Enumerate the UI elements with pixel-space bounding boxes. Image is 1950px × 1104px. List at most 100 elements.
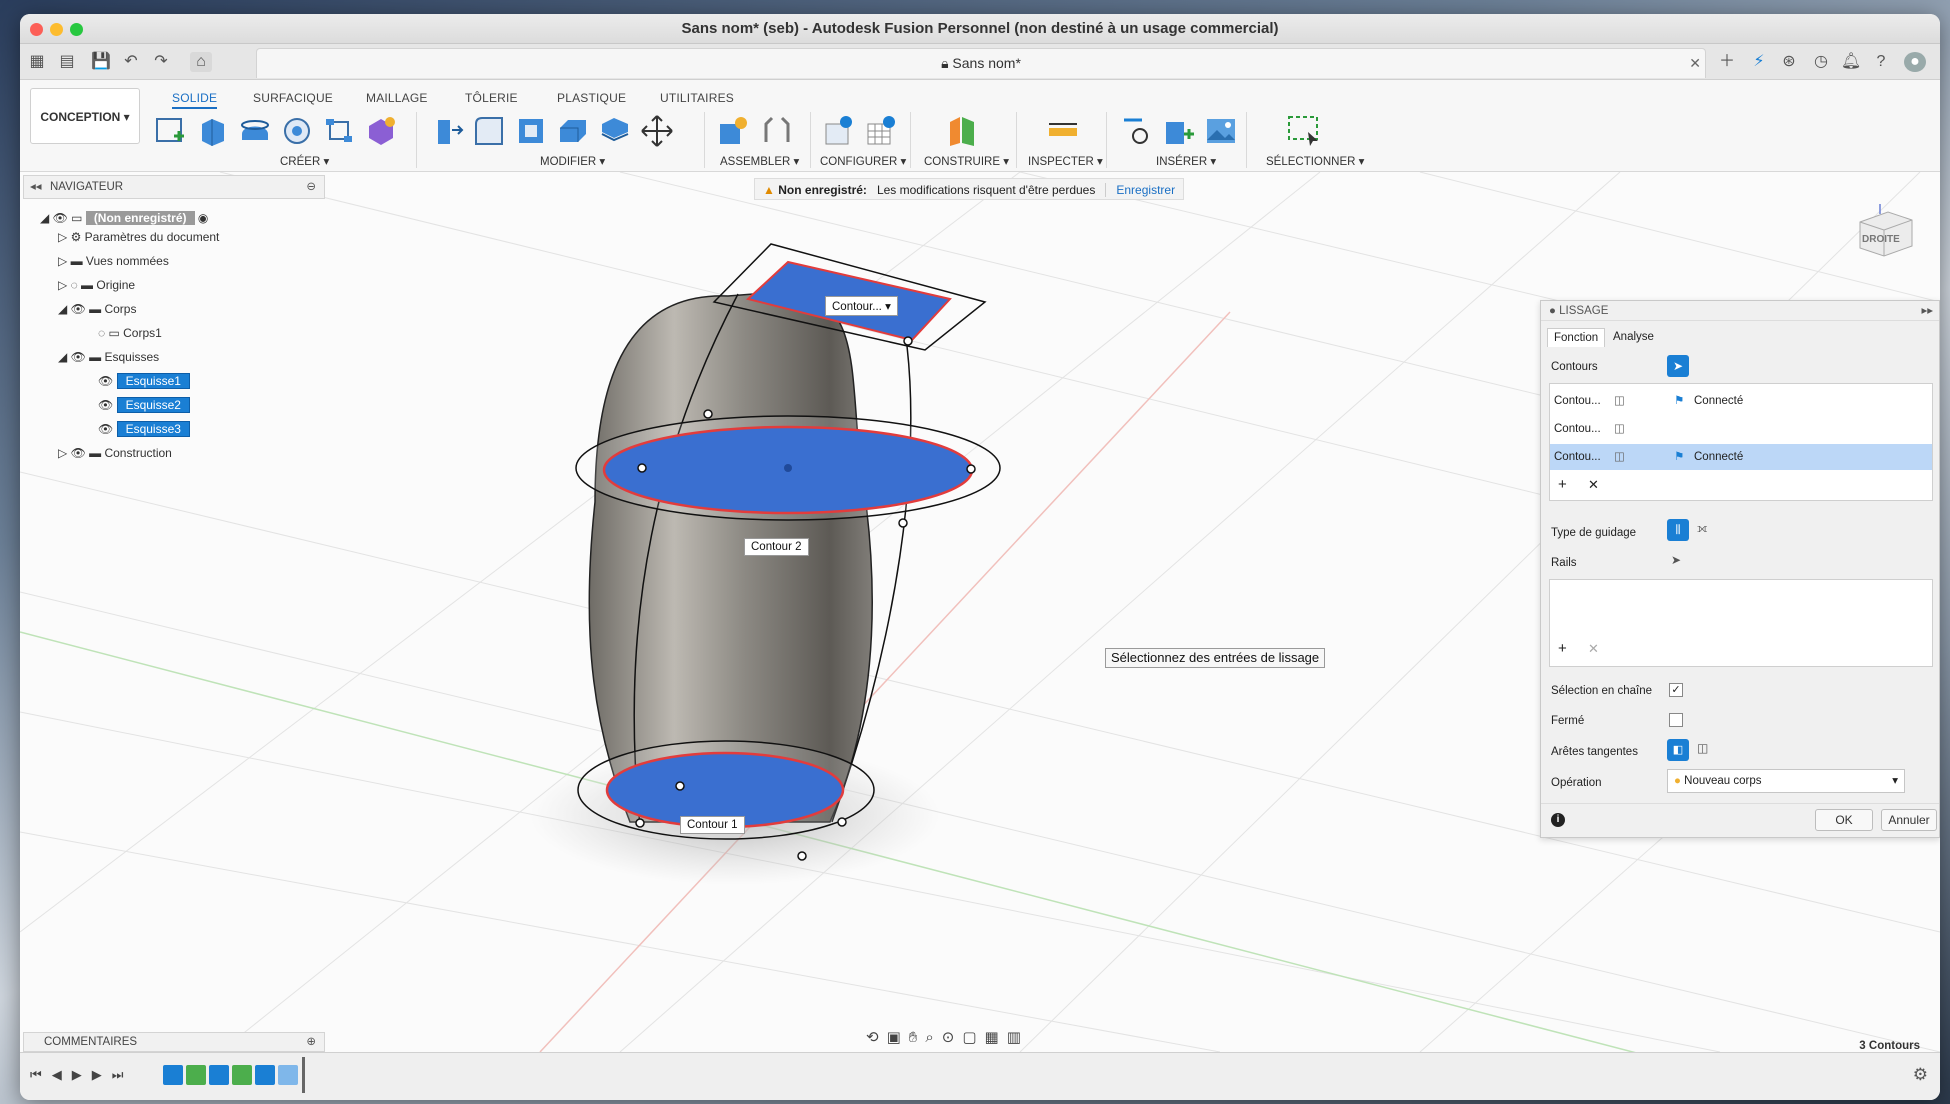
- tab-fonction[interactable]: Fonction: [1547, 328, 1606, 347]
- group-construire[interactable]: CONSTRUIRE ▾: [924, 154, 1009, 168]
- redo-icon[interactable]: ↷: [150, 52, 172, 72]
- tab-plastique[interactable]: PLASTIQUE: [557, 91, 626, 105]
- group-inspecter[interactable]: INSPECTER ▾: [1028, 154, 1103, 168]
- tree-item-origine[interactable]: ▷ ◌ ▬ Origine: [58, 274, 135, 296]
- zoom-window-button[interactable]: [70, 23, 83, 36]
- timeline-prev-icon[interactable]: ◀︎: [52, 1067, 72, 1082]
- contour-row-2[interactable]: Contou... ◫: [1550, 416, 1932, 442]
- timeline-loft[interactable]: [278, 1065, 298, 1085]
- save-icon[interactable]: 💾: [90, 52, 112, 72]
- form-icon[interactable]: [364, 114, 398, 148]
- pan-icon[interactable]: ✋︎: [909, 1029, 926, 1046]
- tree-item-corps1[interactable]: ◌ ▭ Corps1: [98, 322, 162, 344]
- save-link[interactable]: Enregistrer: [1105, 183, 1176, 197]
- construct-plane-icon[interactable]: [946, 114, 980, 148]
- measure-icon[interactable]: [1046, 114, 1080, 148]
- comments-header[interactable]: COMMENTAIRES ⊕: [23, 1032, 325, 1052]
- group-assembler[interactable]: ASSEMBLER ▾: [720, 154, 799, 168]
- contour2-label[interactable]: Contour 2: [744, 538, 809, 556]
- timeline-sketch3[interactable]: [255, 1065, 275, 1085]
- grid-settings-icon[interactable]: ▦: [985, 1029, 1007, 1046]
- orbit-icon[interactable]: ⟲: [866, 1029, 887, 1046]
- chain-select-checkbox[interactable]: ✓: [1669, 683, 1683, 697]
- undo-icon[interactable]: ↶: [120, 52, 142, 72]
- insert-canvas-icon[interactable]: [1204, 114, 1238, 148]
- tab-solide[interactable]: SOLIDE: [172, 91, 218, 109]
- close-tab-icon[interactable]: ✕: [1689, 49, 1701, 77]
- timeline-plane2[interactable]: [232, 1065, 252, 1085]
- look-at-icon[interactable]: ▣: [887, 1029, 909, 1046]
- guide-centerline-icon[interactable]: ⟗: [1697, 521, 1708, 536]
- add-rail-icon[interactable]: +: [1558, 640, 1567, 657]
- connected-icon[interactable]: ⚑: [1674, 388, 1684, 414]
- configure-table-icon[interactable]: [864, 114, 898, 148]
- notifications-icon[interactable]: 🔔︎: [1840, 52, 1862, 72]
- configure-icon[interactable]: [822, 114, 856, 148]
- rails-select-icon[interactable]: ➤: [1671, 553, 1681, 567]
- move-copy-icon[interactable]: [640, 114, 674, 148]
- timeline-settings-icon[interactable]: ⚙︎: [1913, 1065, 1928, 1085]
- revolve-icon[interactable]: [238, 114, 272, 148]
- joint-icon[interactable]: [760, 114, 794, 148]
- group-modifier[interactable]: MODIFIER ▾: [540, 154, 605, 168]
- group-creer[interactable]: CRÉER ▾: [280, 154, 329, 168]
- document-tab[interactable]: 🔒︎ Sans nom* ✕: [256, 48, 1706, 78]
- remove-contour-icon[interactable]: ✕: [1588, 477, 1599, 493]
- ok-button[interactable]: OK: [1815, 809, 1873, 831]
- tree-item-esquisses[interactable]: ◢ 👁︎ ▬ Esquisses: [58, 346, 159, 368]
- tree-item-vues[interactable]: ▷ ▬ Vues nommées: [58, 250, 169, 272]
- navigator-pin-icon[interactable]: ⊖: [306, 176, 316, 198]
- fillet-icon[interactable]: [472, 114, 506, 148]
- guide-rails-icon[interactable]: ⫼: [1667, 519, 1689, 541]
- group-configurer[interactable]: CONFIGURER ▾: [820, 154, 906, 168]
- contour-top-label[interactable]: Contour... ▾: [825, 296, 898, 316]
- tree-item-esquisse2[interactable]: 👁︎ Esquisse2: [98, 394, 190, 416]
- minimize-window-button[interactable]: [50, 23, 63, 36]
- remove-rail-icon[interactable]: ✕: [1588, 641, 1599, 657]
- add-contour-icon[interactable]: +: [1558, 476, 1567, 493]
- contour-row-1[interactable]: Contou... ◫ ⚑ Connecté: [1550, 388, 1932, 414]
- zoom-icon[interactable]: ⌕: [925, 1029, 941, 1046]
- chamfer-icon[interactable]: [514, 114, 548, 148]
- file-menu-icon[interactable]: ▤: [56, 52, 78, 72]
- loft-icon[interactable]: [322, 114, 356, 148]
- timeline-next-icon[interactable]: ▶︎: [92, 1067, 112, 1082]
- tree-item-corps[interactable]: ◢ 👁︎ ▬ Corps: [58, 298, 136, 320]
- canvas-viewport[interactable]: ◂◂ NAVIGATEUR ⊖ ◢ 👁︎ ▭ (Non enregistré) …: [20, 172, 1940, 1052]
- timeline-marker[interactable]: [302, 1057, 305, 1093]
- timeline-end-icon[interactable]: ⏭︎: [112, 1067, 134, 1082]
- apps-grid-icon[interactable]: ▦: [26, 52, 48, 72]
- history-icon[interactable]: ◷: [1810, 52, 1832, 72]
- contour-type-icon[interactable]: ◫: [1614, 416, 1625, 442]
- shell-icon[interactable]: [556, 114, 590, 148]
- display-settings-icon[interactable]: ▢: [962, 1029, 984, 1046]
- press-pull-icon[interactable]: [430, 114, 464, 148]
- loft-panel-expand-icon[interactable]: ▸▸: [1921, 301, 1933, 321]
- collapse-navigator-icon[interactable]: ◂◂: [30, 176, 42, 198]
- tree-item-esquisse1[interactable]: 👁︎ Esquisse1: [98, 370, 190, 392]
- jobs-status-icon[interactable]: ⚡: [1748, 52, 1770, 72]
- contours-select-button[interactable]: ➤: [1667, 355, 1689, 377]
- tab-tolerie[interactable]: TÔLERIE: [465, 91, 518, 105]
- tab-utilitaires[interactable]: UTILITAIRES: [660, 91, 734, 105]
- connected-icon[interactable]: ⚑: [1674, 444, 1684, 470]
- fit-icon[interactable]: ⊙: [942, 1029, 963, 1046]
- avatar[interactable]: ●: [1904, 52, 1926, 72]
- closed-checkbox[interactable]: [1669, 713, 1683, 727]
- tab-maillage[interactable]: MAILLAGE: [366, 91, 428, 105]
- timeline-plane1[interactable]: [186, 1065, 206, 1085]
- close-window-button[interactable]: [30, 23, 43, 36]
- add-comment-icon[interactable]: ⊕: [306, 1033, 316, 1051]
- timeline-sketch1[interactable]: [163, 1065, 183, 1085]
- tree-item-construction[interactable]: ▷ 👁︎ ▬ Construction: [58, 442, 172, 464]
- home-icon[interactable]: ⌂: [190, 52, 212, 72]
- insert-mesh-icon[interactable]: [1162, 114, 1196, 148]
- insert-derive-icon[interactable]: [1120, 114, 1154, 148]
- tree-item-parametres[interactable]: ▷ ⚙︎ Paramètres du document: [58, 226, 219, 248]
- timeline-start-icon[interactable]: ⏮︎: [30, 1067, 52, 1082]
- contour1-label[interactable]: Contour 1: [680, 816, 745, 834]
- contour-type-icon[interactable]: ◫: [1614, 388, 1625, 414]
- info-icon[interactable]: i: [1551, 813, 1565, 827]
- new-tab-icon[interactable]: ＋: [1716, 52, 1738, 72]
- extensions-icon[interactable]: ⊛: [1778, 52, 1800, 72]
